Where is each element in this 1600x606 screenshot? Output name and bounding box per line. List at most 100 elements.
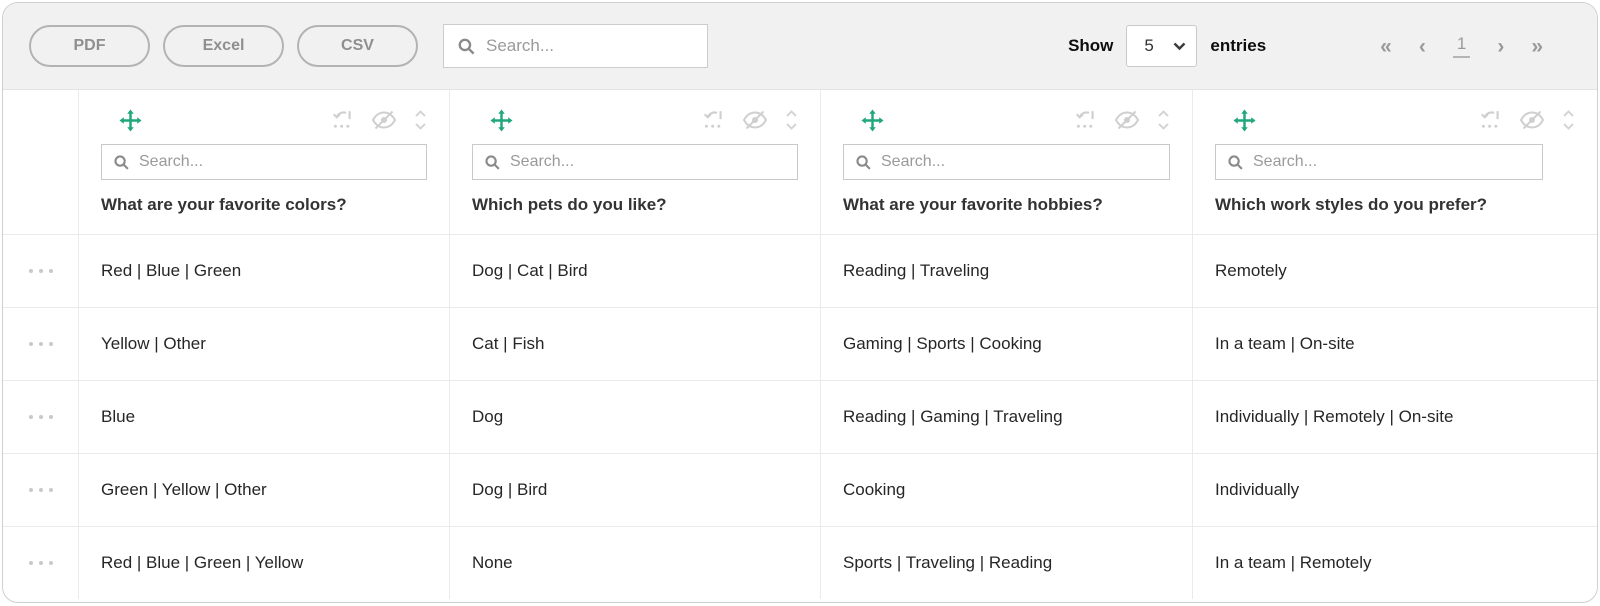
- table-row: Red | Blue | Green | YellowNoneSports | …: [3, 526, 1597, 599]
- entries-label: entries: [1210, 36, 1266, 56]
- column-title: What are your favorite hobbies?: [843, 195, 1170, 215]
- row-menu-icon: [29, 415, 53, 419]
- chevron-down-icon: [1173, 42, 1186, 51]
- column-header-toolbar: [101, 107, 427, 133]
- next-page-button[interactable]: ›: [1497, 36, 1504, 57]
- show-label: Show: [1068, 36, 1113, 56]
- table-cell: Cat | Fish: [450, 308, 821, 380]
- table-cell: Green | Yellow | Other: [79, 454, 450, 526]
- export-excel-button[interactable]: Excel: [163, 25, 284, 67]
- hide-column-icon[interactable]: [742, 109, 768, 131]
- search-icon: [484, 154, 501, 171]
- last-page-button[interactable]: »: [1531, 36, 1543, 57]
- table-cell: Sports | Traveling | Reading: [821, 527, 1193, 599]
- column-search-input[interactable]: [1253, 153, 1531, 171]
- table-header-row: What are your favorite colors?: [3, 90, 1597, 234]
- column-search: [843, 144, 1170, 180]
- table-row: Yellow | OtherCat | FishGaming | Sports …: [3, 307, 1597, 380]
- column-title: Which pets do you like?: [472, 195, 798, 215]
- table-cell: Reading | Traveling: [821, 235, 1193, 307]
- hide-column-icon[interactable]: [371, 109, 397, 131]
- sort-icon[interactable]: [785, 108, 798, 132]
- hide-column-icon[interactable]: [1114, 109, 1140, 131]
- table-body: Red | Blue | GreenDog | Cat | BirdReadin…: [3, 234, 1597, 599]
- column-search-input[interactable]: [510, 153, 786, 171]
- table-cell: Dog: [450, 381, 821, 453]
- drag-column-icon[interactable]: [119, 109, 142, 132]
- column-search: [1215, 144, 1543, 180]
- table-row: Green | Yellow | OtherDog | BirdCookingI…: [3, 453, 1597, 526]
- datatable-card: PDF Excel CSV Show 5 entries « ‹ 1 › »: [2, 2, 1598, 603]
- sort-icon[interactable]: [1562, 108, 1575, 132]
- column-header: What are your favorite hobbies?: [821, 90, 1193, 234]
- column-header-toolbar: [843, 107, 1170, 133]
- export-pdf-button[interactable]: PDF: [29, 25, 150, 67]
- table-row: BlueDogReading | Gaming | TravelingIndiv…: [3, 380, 1597, 453]
- table-cell: Red | Blue | Green: [79, 235, 450, 307]
- column-title: What are your favorite colors?: [101, 195, 427, 215]
- table-cell: Cooking: [821, 454, 1193, 526]
- sort-icon[interactable]: [414, 108, 427, 132]
- column-header: What are your favorite colors?: [79, 90, 450, 234]
- toolbar: PDF Excel CSV Show 5 entries « ‹ 1 › »: [3, 3, 1597, 90]
- column-search-input[interactable]: [139, 153, 415, 171]
- search-icon: [457, 37, 476, 56]
- table-cell: Dog | Bird: [450, 454, 821, 526]
- column-actions: [331, 108, 427, 132]
- page-size-select[interactable]: 5: [1126, 25, 1197, 67]
- drag-column-icon[interactable]: [1233, 109, 1256, 132]
- prev-page-button[interactable]: ‹: [1419, 36, 1426, 57]
- validation-icon[interactable]: [331, 109, 354, 131]
- row-menu-button[interactable]: [3, 381, 79, 453]
- row-menu-icon: [29, 269, 53, 273]
- table-cell: None: [450, 527, 821, 599]
- table-row: Red | Blue | GreenDog | Cat | BirdReadin…: [3, 234, 1597, 307]
- search-icon: [113, 154, 130, 171]
- row-menu-button[interactable]: [3, 235, 79, 307]
- search-icon: [855, 154, 872, 171]
- current-page[interactable]: 1: [1453, 34, 1470, 58]
- pagination: « ‹ 1 › »: [1380, 34, 1543, 58]
- validation-icon[interactable]: [702, 109, 725, 131]
- column-title: Which work styles do you prefer?: [1215, 195, 1575, 215]
- table-cell: Yellow | Other: [79, 308, 450, 380]
- column-search: [472, 144, 798, 180]
- table-cell: Individually: [1193, 454, 1597, 526]
- column-actions: [702, 108, 798, 132]
- table-cell: Red | Blue | Green | Yellow: [79, 527, 450, 599]
- page-size-value: 5: [1144, 36, 1153, 56]
- sort-icon[interactable]: [1157, 108, 1170, 132]
- table-cell: Dog | Cat | Bird: [450, 235, 821, 307]
- table-cell: Remotely: [1193, 235, 1597, 307]
- validation-icon[interactable]: [1479, 109, 1502, 131]
- table-cell: In a team | On-site: [1193, 308, 1597, 380]
- row-menu-icon: [29, 561, 53, 565]
- global-search: [443, 24, 708, 68]
- column-header-toolbar: [472, 107, 798, 133]
- validation-icon[interactable]: [1074, 109, 1097, 131]
- global-search-input[interactable]: [486, 36, 694, 56]
- drag-column-icon[interactable]: [490, 109, 513, 132]
- row-menu-icon: [29, 342, 53, 346]
- export-csv-button[interactable]: CSV: [297, 25, 418, 67]
- column-header: Which work styles do you prefer?: [1193, 90, 1597, 234]
- column-header-toolbar: [1215, 107, 1575, 133]
- first-page-button[interactable]: «: [1380, 36, 1392, 57]
- row-menu-button[interactable]: [3, 308, 79, 380]
- search-icon: [1227, 154, 1244, 171]
- row-menu-button[interactable]: [3, 454, 79, 526]
- data-table: What are your favorite colors?: [3, 90, 1597, 599]
- table-cell: Blue: [79, 381, 450, 453]
- table-cell: In a team | Remotely: [1193, 527, 1597, 599]
- drag-column-icon[interactable]: [861, 109, 884, 132]
- column-header: Which pets do you like?: [450, 90, 821, 234]
- table-cell: Reading | Gaming | Traveling: [821, 381, 1193, 453]
- row-menu-icon: [29, 488, 53, 492]
- hide-column-icon[interactable]: [1519, 109, 1545, 131]
- column-actions: [1074, 108, 1170, 132]
- table-cell: Gaming | Sports | Cooking: [821, 308, 1193, 380]
- column-search-input[interactable]: [881, 153, 1158, 171]
- handle-column-header: [3, 90, 79, 234]
- table-cell: Individually | Remotely | On-site: [1193, 381, 1597, 453]
- row-menu-button[interactable]: [3, 527, 79, 599]
